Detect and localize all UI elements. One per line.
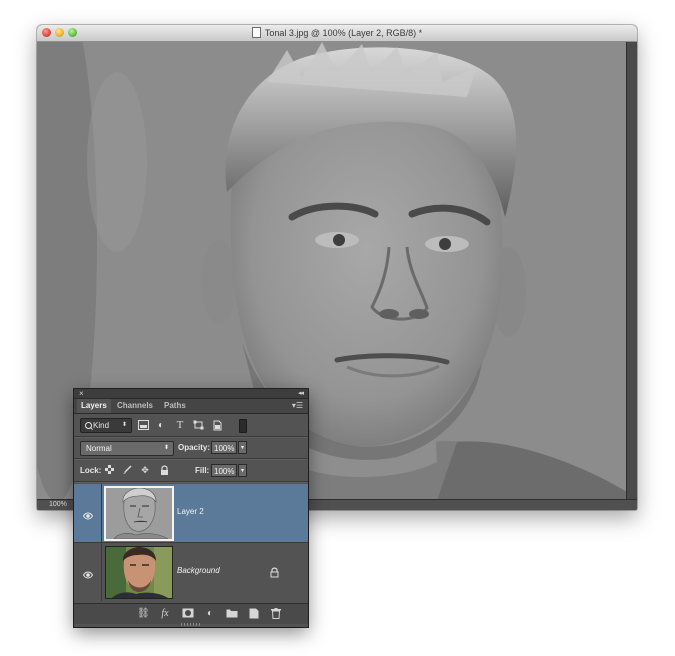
chevron-updown-icon: ⬍ — [163, 445, 169, 451]
layer-row-background[interactable]: Background — [74, 543, 308, 601]
new-layer-icon[interactable] — [248, 608, 260, 620]
layers-panel: × ◂◂ Layers Channels Paths ▾☰ Kind ⬍ ◐ T… — [74, 389, 308, 627]
column-divider — [101, 484, 102, 542]
filter-kind-label: Kind — [93, 421, 110, 430]
document-title-bar[interactable]: Tonal 3.jpg @ 100% (Layer 2, RGB/8) * — [37, 25, 637, 42]
opacity-input[interactable]: 100% — [211, 441, 237, 454]
opacity-dropdown-button[interactable]: ▾ — [238, 441, 247, 454]
layer-style-fx-icon[interactable]: fx — [159, 608, 171, 620]
panel-collapse-icon[interactable]: ◂◂ — [298, 389, 304, 398]
panel-resize-grip[interactable] — [181, 623, 201, 626]
new-group-icon[interactable] — [226, 608, 238, 620]
delete-layer-icon[interactable] — [270, 608, 282, 620]
visibility-eye-icon[interactable] — [82, 567, 94, 579]
layers-list: Layer 2 Background — [74, 484, 308, 601]
blend-mode-row: Normal ⬍ Opacity: 100% ▾ — [74, 439, 308, 457]
lock-all-icon[interactable] — [159, 465, 169, 476]
adjustment-layer-icon[interactable]: ◐ — [204, 608, 216, 620]
chevron-updown-icon: ⬍ — [121, 422, 127, 428]
fill-input[interactable]: 100% — [211, 464, 237, 477]
add-mask-icon[interactable] — [182, 608, 194, 620]
panel-tab-row: Layers Channels Paths ▾☰ — [74, 399, 308, 414]
tab-channels[interactable]: Channels — [113, 399, 157, 413]
tab-layers[interactable]: Layers — [77, 399, 111, 413]
lock-transparent-pixels-icon[interactable] — [104, 465, 114, 476]
divider — [74, 481, 308, 483]
fill-label: Fill: — [195, 466, 210, 475]
filter-toggle-switch[interactable] — [239, 419, 247, 433]
visibility-eye-icon[interactable] — [82, 508, 94, 520]
smart-object-filter-icon[interactable] — [211, 420, 223, 431]
filter-kind-select[interactable]: Kind ⬍ — [80, 418, 132, 433]
tab-paths[interactable]: Paths — [160, 399, 190, 413]
type-layer-filter-icon[interactable]: T — [174, 420, 186, 431]
panel-menu-icon[interactable]: ▾☰ — [292, 402, 303, 410]
document-title-text: Tonal 3.jpg @ 100% (Layer 2, RGB/8) * — [264, 28, 423, 38]
lock-image-pixels-brush-icon[interactable] — [122, 465, 132, 476]
lock-position-move-icon[interactable]: ✥ — [140, 465, 150, 476]
adjustment-layer-filter-icon[interactable]: ◐ — [155, 420, 167, 431]
layer-thumbnail[interactable] — [105, 546, 173, 599]
shape-layer-filter-icon[interactable] — [192, 420, 204, 431]
layers-panel-footer: ⛓ fx ◐ — [74, 603, 308, 624]
panel-drag-bar[interactable]: × ◂◂ — [74, 389, 308, 399]
vertical-scrollbar[interactable] — [626, 42, 637, 500]
lock-label: Lock: — [80, 466, 102, 475]
layer-row-layer-2[interactable]: Layer 2 — [74, 484, 308, 543]
zoom-level[interactable]: 100% — [49, 500, 67, 510]
panel-close-icon[interactable]: × — [79, 389, 84, 398]
divider — [74, 458, 308, 460]
blend-mode-value: Normal — [86, 444, 112, 453]
document-icon — [251, 27, 261, 38]
pixel-layer-filter-icon[interactable] — [137, 420, 149, 431]
fill-dropdown-button[interactable]: ▾ — [238, 464, 247, 477]
lock-row: Lock: ✥ Fill: 100% ▾ — [74, 462, 308, 480]
link-layers-icon[interactable]: ⛓ — [137, 608, 150, 620]
opacity-label: Opacity: — [178, 443, 211, 452]
layer-thumbnail[interactable] — [104, 486, 174, 541]
document-title: Tonal 3.jpg @ 100% (Layer 2, RGB/8) * — [37, 27, 637, 38]
column-divider — [101, 543, 102, 601]
layer-locked-icon — [270, 565, 280, 578]
layer-filter-row: Kind ⬍ ◐ T — [74, 415, 308, 435]
layer-name[interactable]: Background — [177, 566, 220, 575]
divider — [74, 436, 308, 438]
blend-mode-select[interactable]: Normal ⬍ — [80, 441, 174, 456]
search-icon — [85, 422, 92, 429]
layer-name[interactable]: Layer 2 — [177, 507, 204, 516]
